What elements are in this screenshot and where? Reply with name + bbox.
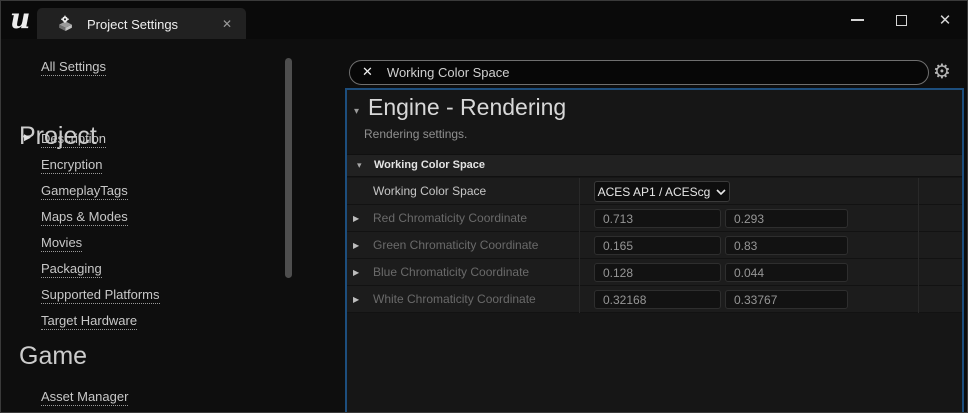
green-y-input[interactable] — [725, 236, 848, 255]
sidebar-item-packaging[interactable]: Packaging — [41, 261, 102, 278]
row-label: Working Color Space — [373, 178, 486, 204]
tab-close-icon[interactable]: ✕ — [222, 17, 232, 31]
white-chromaticity-row: ▶ White Chromaticity Coordinate — [347, 286, 962, 313]
blue-x-input[interactable] — [594, 263, 721, 282]
section-subtitle: Rendering settings. — [364, 127, 467, 141]
section-collapse-icon[interactable]: ▾ — [354, 106, 359, 117]
engine-rendering-panel: ▾ Engine - Rendering Rendering settings.… — [345, 88, 964, 413]
maximize-button[interactable] — [879, 1, 923, 39]
white-x-input[interactable] — [594, 290, 721, 309]
minimize-icon — [851, 19, 864, 21]
settings-gear-icon[interactable]: ⚙ — [933, 59, 951, 83]
sidebar-item-description[interactable]: Description — [41, 131, 106, 148]
working-color-space-row: Working Color Space ACES AP1 / ACEScg — [347, 178, 962, 205]
project-settings-icon — [57, 15, 74, 32]
sidebar-item-target-hardware[interactable]: Target Hardware — [41, 313, 137, 330]
minimize-button[interactable] — [835, 1, 879, 39]
sidebar-item-gameplaytags[interactable]: GameplayTags — [41, 183, 128, 200]
expander-arrow-icon[interactable]: ▶ — [353, 268, 359, 277]
sidebar-item-maps-modes[interactable]: Maps & Modes — [41, 209, 128, 226]
settings-sidebar: All Settings Project ▶ Description Encry… — [1, 39, 311, 412]
tab-project-settings[interactable]: Project Settings ✕ — [37, 8, 246, 39]
sidebar-section-game: Game — [19, 342, 87, 371]
tab-title: Project Settings — [87, 17, 178, 32]
clear-search-icon[interactable]: ✕ — [362, 65, 373, 80]
sidebar-item-all-settings[interactable]: All Settings — [41, 59, 106, 76]
blue-chromaticity-row: ▶ Blue Chromaticity Coordinate — [347, 259, 962, 286]
maximize-icon — [896, 15, 907, 26]
blue-y-input[interactable] — [725, 263, 848, 282]
red-chromaticity-row: ▶ Red Chromaticity Coordinate — [347, 205, 962, 232]
row-label: Red Chromaticity Coordinate — [373, 205, 527, 231]
sidebar-scrollbar[interactable] — [285, 58, 292, 278]
close-icon: ✕ — [939, 13, 952, 28]
settings-rows: Working Color Space ACES AP1 / ACEScg ▶ … — [347, 178, 962, 313]
red-y-input[interactable] — [725, 209, 848, 228]
color-space-dropdown[interactable]: ACES AP1 / ACEScg — [594, 181, 730, 202]
row-label: Green Chromaticity Coordinate — [373, 232, 538, 258]
green-chromaticity-row: ▶ Green Chromaticity Coordinate — [347, 232, 962, 259]
red-x-input[interactable] — [594, 209, 721, 228]
chevron-down-icon — [716, 189, 726, 195]
row-label: White Chromaticity Coordinate — [373, 286, 536, 312]
sidebar-item-movies[interactable]: Movies — [41, 235, 82, 252]
category-label: Working Color Space — [374, 159, 485, 171]
category-header[interactable]: ▾ Working Color Space — [347, 154, 962, 177]
expander-arrow-icon[interactable]: ▶ — [353, 214, 359, 223]
close-button[interactable]: ✕ — [923, 1, 967, 39]
selected-item-arrow-icon: ▶ — [24, 133, 31, 143]
white-y-input[interactable] — [725, 290, 848, 309]
row-label: Blue Chromaticity Coordinate — [373, 259, 529, 285]
title-bar[interactable]: u Project Settings ✕ ✕ — [1, 1, 967, 39]
sidebar-item-supported-platforms[interactable]: Supported Platforms — [41, 287, 160, 304]
green-x-input[interactable] — [594, 236, 721, 255]
search-value: Working Color Space — [387, 65, 510, 80]
column-divider[interactable] — [579, 178, 580, 313]
sidebar-item-asset-manager[interactable]: Asset Manager — [41, 389, 128, 406]
project-settings-window: u Project Settings ✕ ✕ All Settings — [0, 0, 968, 413]
sidebar-item-encryption[interactable]: Encryption — [41, 157, 102, 174]
expander-arrow-icon[interactable]: ▶ — [353, 295, 359, 304]
search-input[interactable]: ✕ Working Color Space — [349, 60, 929, 85]
expander-arrow-icon[interactable]: ▶ — [353, 241, 359, 250]
window-controls: ✕ — [835, 1, 967, 39]
unreal-logo-icon: u — [10, 2, 30, 35]
category-collapse-icon[interactable]: ▾ — [357, 161, 362, 171]
column-divider[interactable] — [918, 178, 919, 313]
dropdown-value: ACES AP1 / ACEScg — [598, 185, 711, 199]
section-title: Engine - Rendering — [368, 94, 566, 121]
